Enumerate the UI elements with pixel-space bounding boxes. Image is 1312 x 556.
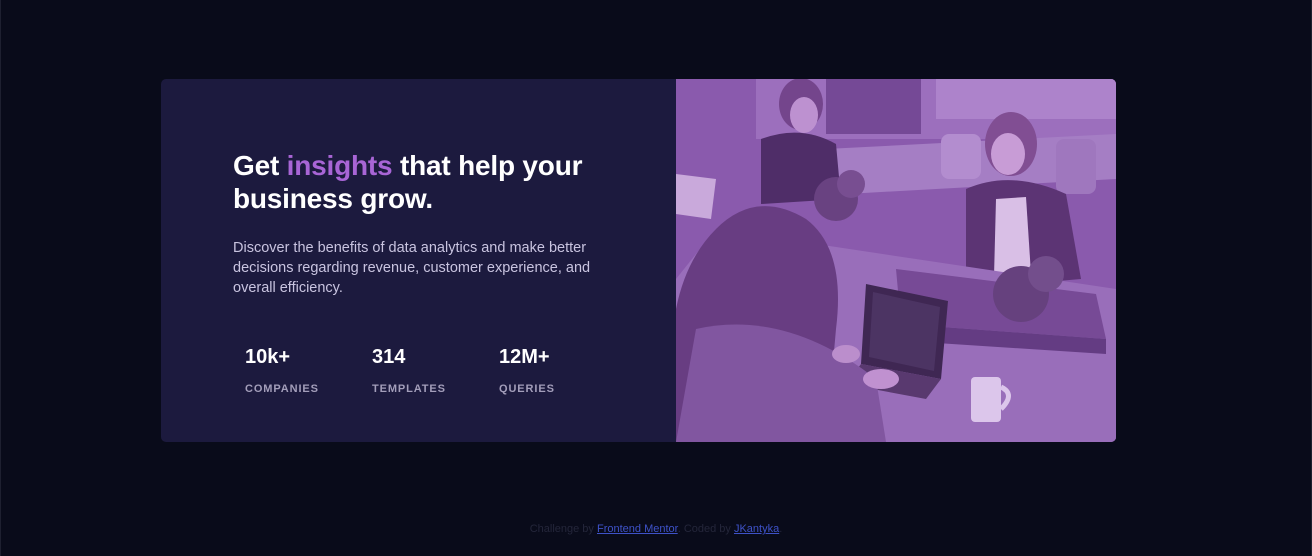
- headline-accent-word: insights: [286, 150, 393, 181]
- headline-text-start: Get: [233, 150, 287, 181]
- stats-row: 10k+ COMPANIES 314 TEMPLATES 12M+ QUERIE…: [245, 345, 626, 396]
- attribution: Challenge by Frontend Mentor. Coded by J…: [0, 523, 1312, 535]
- stat-label: QUERIES: [499, 383, 555, 395]
- office-team-image: [676, 79, 1116, 442]
- stat-label: TEMPLATES: [372, 383, 446, 395]
- description: Discover the benefits of data analytics …: [233, 240, 591, 296]
- author-link[interactable]: JKantyka: [734, 523, 779, 535]
- stat-value: 314: [372, 346, 406, 368]
- card-content: Get insights that help your business gro…: [161, 79, 676, 442]
- stat-companies: 10k+ COMPANIES: [245, 345, 372, 396]
- stat-value: 10k+: [245, 346, 291, 368]
- headline: Get insights that help your business gro…: [233, 149, 633, 215]
- stats-preview-card: Get insights that help your business gro…: [161, 79, 1116, 442]
- attribution-suffix: .: [779, 523, 783, 535]
- attribution-prefix: Challenge by: [529, 523, 597, 535]
- stat-queries: 12M+ QUERIES: [499, 345, 626, 396]
- attribution-middle: . Coded by: [677, 523, 734, 535]
- frontend-mentor-link[interactable]: Frontend Mentor: [597, 523, 678, 535]
- office-photo-illustration: [676, 79, 1116, 442]
- stat-value: 12M+: [499, 346, 550, 368]
- stat-label: COMPANIES: [245, 383, 319, 395]
- stat-templates: 314 TEMPLATES: [372, 345, 499, 396]
